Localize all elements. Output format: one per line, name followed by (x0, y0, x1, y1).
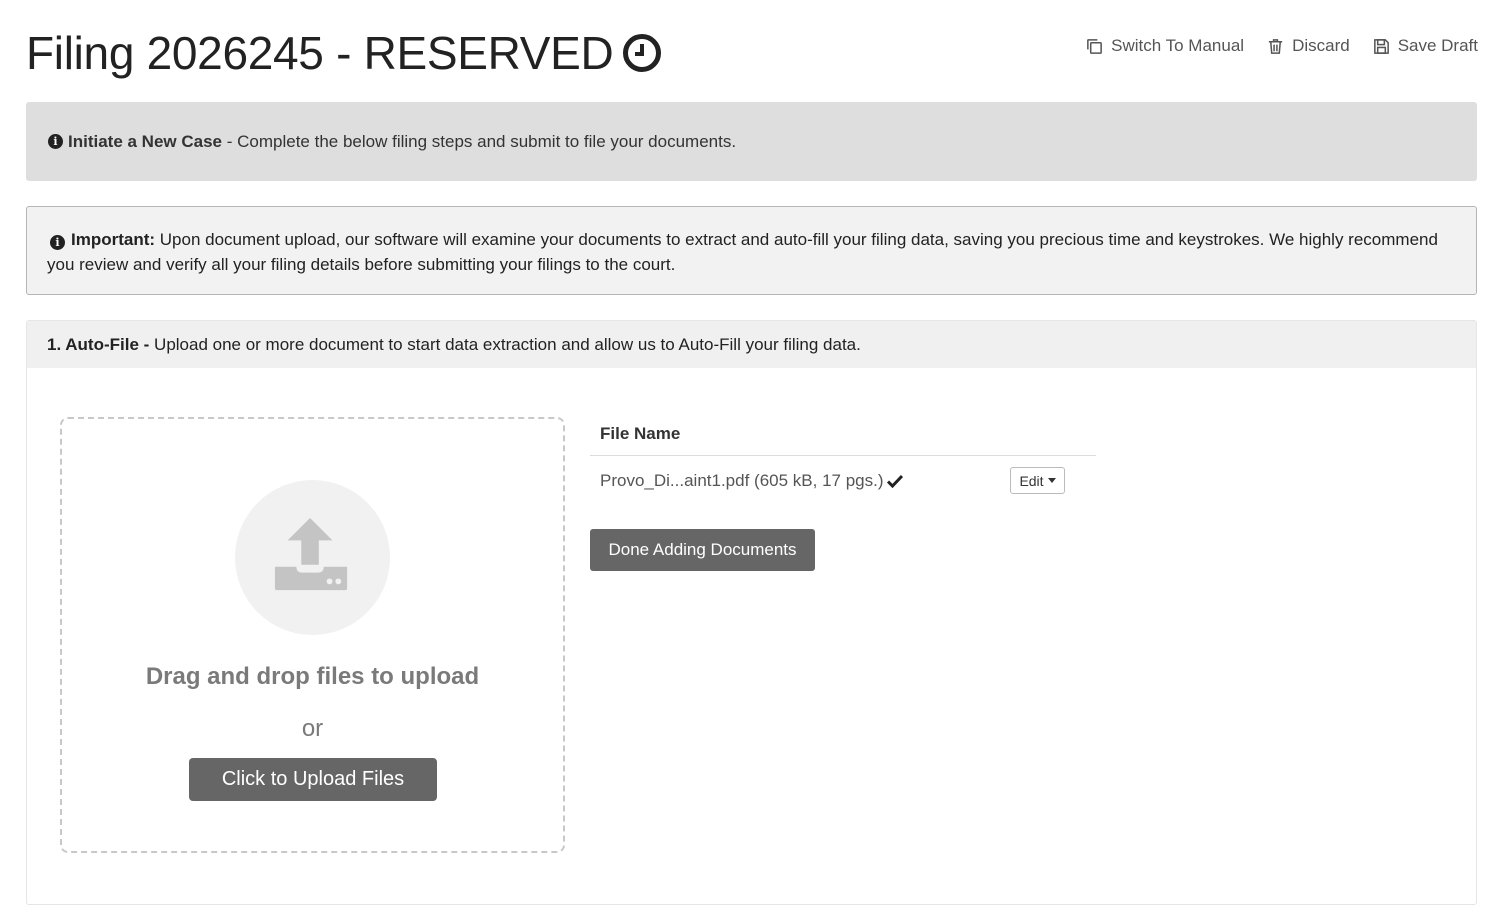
banner-text: - Complete the below filing steps and su… (222, 131, 737, 151)
auto-file-panel: 1. Auto-File - Upload one or more docume… (26, 320, 1477, 905)
upload-icon-circle (235, 480, 390, 635)
important-notice: i Important: Upon document upload, our so… (26, 206, 1477, 295)
page-header: Filing 2026245 - RESERVED Switch To Manu… (26, 24, 1478, 84)
file-name: Provo_Di...aint1.pdf (605 kB, 17 pgs.) (600, 471, 884, 490)
or-text: or (301, 715, 324, 742)
table-row: Provo_Di...aint1.pdf (605 kB, 17 pgs.) E… (590, 456, 1096, 506)
page-title-text: Filing 2026245 - RESERVED (26, 27, 614, 79)
switch-to-manual-label: Switch To Manual (1111, 36, 1245, 55)
info-icon: i (50, 235, 65, 250)
copy-icon (1087, 38, 1103, 54)
discard-button[interactable]: Discard (1266, 36, 1350, 56)
check-icon (886, 474, 903, 488)
page-title: Filing 2026245 - RESERVED (26, 26, 662, 80)
file-table: File Name Provo_Di...aint1.pdf (605 kB, … (590, 413, 1096, 506)
switch-to-manual-button[interactable]: Switch To Manual (1085, 36, 1244, 56)
drag-drop-text: Drag and drop files to upload (145, 663, 480, 690)
upload-icon (274, 518, 348, 591)
discard-label: Discard (1292, 36, 1350, 55)
save-draft-label: Save Draft (1397, 36, 1478, 55)
step-title: 1. Auto-File - (47, 334, 150, 354)
done-adding-documents-button[interactable]: Done Adding Documents (590, 529, 815, 571)
initiate-case-banner: i Initiate a New Case - Complete the bel… (26, 102, 1477, 181)
banner-title: Initiate a New Case (68, 131, 223, 151)
info-icon: i (48, 134, 63, 149)
file-name-column-header: File Name (590, 413, 1096, 456)
floppy-disk-icon (1373, 38, 1389, 54)
trash-icon (1268, 38, 1283, 54)
upload-files-button[interactable]: Click to Upload Files (189, 758, 437, 801)
auto-file-header: 1. Auto-File - Upload one or more docume… (27, 321, 1476, 368)
important-text: Upon document upload, our software will … (47, 230, 1438, 274)
caret-down-icon (1047, 478, 1056, 483)
header-actions: Switch To Manual Discard Save Draft (1085, 36, 1478, 56)
edit-label: Edit (1019, 472, 1044, 489)
step-description: Upload one or more document to start dat… (149, 334, 861, 354)
file-dropzone[interactable]: Drag and drop files to upload or Click t… (60, 417, 565, 853)
save-draft-button[interactable]: Save Draft (1372, 36, 1478, 56)
edit-dropdown-button[interactable]: Edit (1010, 467, 1065, 494)
clock-icon (623, 34, 662, 72)
important-title: Important: (71, 230, 156, 249)
